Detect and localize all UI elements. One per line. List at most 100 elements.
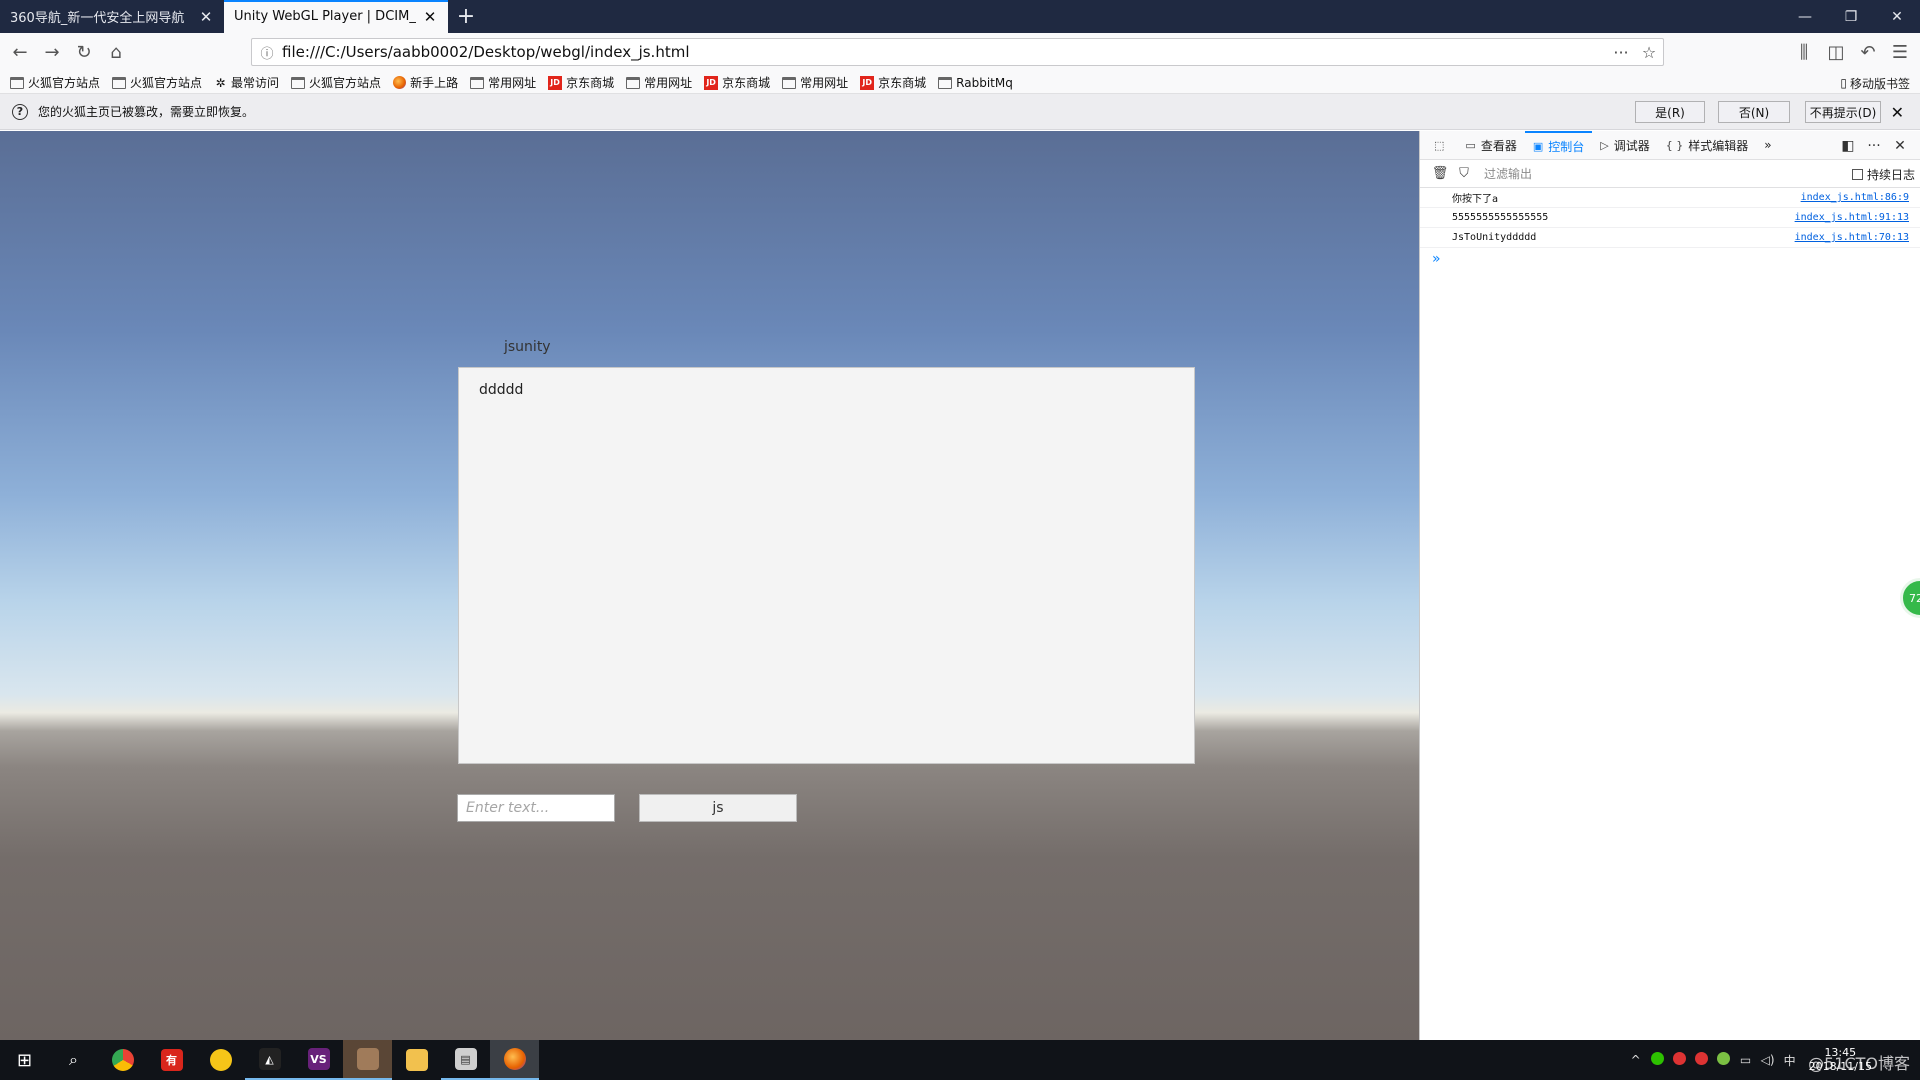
output-text-area[interactable]: ddddd [458,367,1195,764]
file-explorer-icon[interactable] [392,1040,441,1080]
firefox-app-icon[interactable] [490,1040,539,1080]
back-icon[interactable]: ← [4,38,36,68]
persist-logs-checkbox[interactable] [1851,168,1863,180]
browser-tab-active[interactable]: Unity WebGL Player | DCIM_PRC ✕ [224,0,448,33]
log-source-link[interactable]: index_js.html:91:13 [1795,212,1909,223]
watermark: @51CTO博客 [1808,1054,1910,1073]
console-row: 你按下了a index_js.html:86:9 [1420,188,1920,208]
filter-input[interactable]: 过滤输出 [1484,165,1784,182]
sidebar-icon[interactable]: ◫ [1820,38,1852,68]
bookmark-item[interactable]: 常用网址 [626,74,692,91]
close-tab-icon[interactable]: ✕ [422,8,438,26]
360-browser-icon[interactable] [196,1040,245,1080]
bookmark-item[interactable]: 火狐官方站点 [10,74,100,91]
yes-button[interactable]: 是(R) [1635,101,1705,123]
bookmark-label: 京东商城 [566,76,615,90]
folder-icon [10,76,24,89]
notepad-app-icon[interactable]: ▤ [441,1040,490,1080]
youdao-app-icon[interactable]: 有 [147,1040,196,1080]
output-text: ddddd [479,382,524,398]
tab-console[interactable]: ▣ 控制台 [1524,130,1593,160]
close-devtools-icon[interactable]: ✕ [1887,138,1913,154]
chrome-app-icon[interactable] [98,1040,147,1080]
jd-icon: JD [860,75,875,90]
inspector-icon: ▭ [1465,138,1476,152]
tab-inspector[interactable]: ▭ 查看器 [1457,131,1524,160]
bookmark-item[interactable]: JD 京东商城 [704,74,770,91]
bookmark-item[interactable]: RabbitMq [938,76,1013,90]
url-text[interactable]: file:///C:/Users/aabb0002/Desktop/webgl/… [282,43,1607,61]
windows-start-icon[interactable]: ⊞ [0,1040,49,1080]
new-tab-button[interactable]: + [448,0,484,33]
visual-studio-icon[interactable]: VS [294,1040,343,1080]
devtools-panel: ⬚ ▭ 查看器 ▣ 控制台 ▷ 调试器 { } 样式编辑器 » ◧ ··· ✕ 🗑 ⛉ … [1419,130,1920,1040]
never-show-button[interactable]: 不再提示(D) [1805,101,1881,123]
bookmark-item[interactable]: JD 京东商城 [548,74,614,91]
qq-icon[interactable] [1669,1052,1691,1068]
unity-app-icon[interactable]: ◭ [245,1040,294,1080]
bookmark-item[interactable]: 常用网址 [782,74,848,91]
log-source-link[interactable]: index_js.html:86:9 [1801,192,1909,203]
site-info-icon[interactable]: ⓘ [252,43,282,62]
bookmark-item[interactable]: ✲ 最常访问 [214,74,280,91]
persist-logs-toggle[interactable]: 持续日志 [1851,160,1915,188]
mobile-bookmarks[interactable]: ▯ 移动版书签 [1840,72,1910,94]
no-button[interactable]: 否(N) [1718,101,1790,123]
taskbar: ⊞ ⌕ 有 ◭ VS ▤ ^ ▭ ◁) 中 13:45 2018/11/15 @… [0,1040,1920,1080]
tab-style-editor[interactable]: { } 样式编辑器 [1658,131,1757,160]
console-output: 你按下了a index_js.html:86:9 555555555555555… [1420,188,1920,248]
chevron-up-icon[interactable]: ^ [1625,1053,1647,1067]
bookmark-label: 火狐官方站点 [309,76,382,90]
bookmark-item[interactable]: 火狐官方站点 [112,74,202,91]
360-guard-icon[interactable] [1713,1052,1735,1068]
more-options-icon[interactable]: ··· [1861,138,1887,154]
library-icon[interactable]: ⫼ [1788,38,1820,68]
restore-icon[interactable]: ❐ [1828,0,1874,33]
bookmark-star-icon[interactable]: ☆ [1635,43,1663,62]
devtools-tabbar: ⬚ ▭ 查看器 ▣ 控制台 ▷ 调试器 { } 样式编辑器 » ◧ ··· ✕ [1420,130,1920,160]
trash-icon[interactable]: 🗑 [1428,166,1452,181]
js-button[interactable]: js [639,794,797,822]
url-bar[interactable]: ⓘ file:///C:/Users/aabb0002/Desktop/webg… [251,38,1664,66]
phone-icon: ▯ [1840,76,1847,90]
browser-tab[interactable]: 360导航_新一代安全上网导航 ✕ [0,0,224,33]
unity-label: jsunity [504,339,551,355]
persist-logs-label: 持续日志 [1866,167,1915,182]
filter-icon[interactable]: ⛉ [1452,166,1476,181]
page-actions-icon[interactable]: ··· [1607,43,1635,62]
close-tab-icon[interactable]: ✕ [198,8,214,26]
bookmark-item[interactable]: 火狐官方站点 [291,74,381,91]
console-toolbar: 🗑 ⛉ 过滤输出 持续日志 [1420,160,1920,188]
dock-icon[interactable]: ◧ [1835,138,1861,154]
folder-icon [470,76,485,89]
volume-icon[interactable]: ◁) [1757,1053,1779,1067]
text-input[interactable] [457,794,615,822]
search-icon[interactable]: ⌕ [49,1040,98,1080]
qq-icon[interactable] [1691,1052,1713,1068]
gear-icon: ✲ [215,75,226,90]
undo-icon[interactable]: ↶ [1852,38,1884,68]
tab-debugger[interactable]: ▷ 调试器 [1592,131,1657,160]
network-icon[interactable]: ▭ [1735,1053,1757,1067]
bookmark-item[interactable]: 常用网址 [470,74,536,91]
reload-icon[interactable]: ↻ [68,38,100,68]
log-source-link[interactable]: index_js.html:70:13 [1795,232,1909,243]
close-window-icon[interactable]: ✕ [1874,0,1920,33]
notification-bar: ? 您的火狐主页已被篡改，需要立即恢复。 是(R) 否(N) 不再提示(D) ✕ [0,94,1920,130]
minimize-icon[interactable]: — [1782,0,1828,33]
close-icon[interactable]: ✕ [1891,103,1904,122]
ime-indicator[interactable]: 中 [1779,1052,1801,1069]
user-avatar-app-icon[interactable] [343,1040,392,1080]
bookmark-label: 火狐官方站点 [130,76,203,90]
webgl-canvas[interactable]: jsunity ddddd js [0,131,1419,1040]
wechat-icon[interactable] [1647,1052,1669,1068]
more-tabs-icon[interactable]: » [1756,131,1779,160]
element-picker-icon[interactable]: ⬚ [1426,131,1457,160]
forward-icon[interactable]: → [36,38,68,68]
jd-icon: JD [704,75,719,90]
bookmark-item[interactable]: 新手上路 [393,74,458,91]
console-input-prompt[interactable]: » [1432,251,1441,267]
menu-icon[interactable]: ☰ [1884,38,1916,68]
home-icon[interactable]: ⌂ [100,38,132,68]
bookmark-item[interactable]: JD 京东商城 [860,74,926,91]
